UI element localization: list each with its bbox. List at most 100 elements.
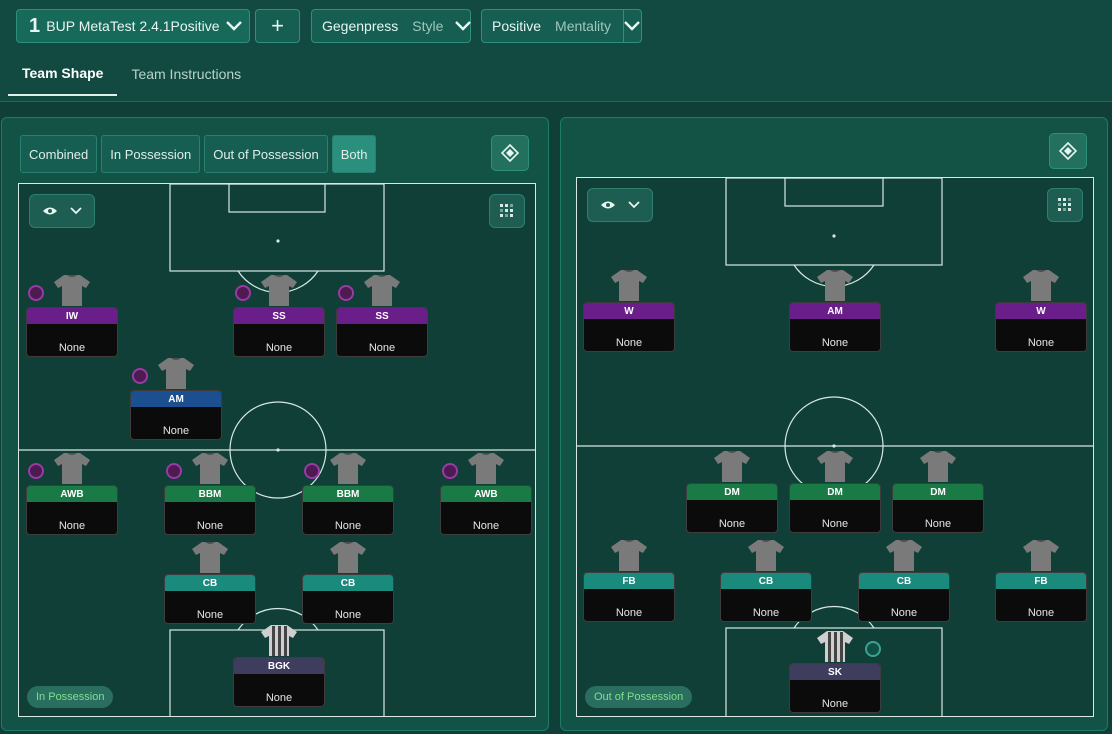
player-name: None <box>162 425 190 437</box>
in-possession-panel: Combined In Possession Out of Possession… <box>1 117 549 731</box>
shirt-icon <box>364 275 400 306</box>
player-card: W None <box>995 302 1087 352</box>
eye-icon <box>43 207 57 215</box>
segment-both[interactable]: Both <box>331 135 377 173</box>
player-slot-awb[interactable]: AWB None <box>440 453 532 535</box>
role-label: CB <box>165 575 255 591</box>
shirt-icon <box>817 270 853 301</box>
role-badge <box>338 285 354 301</box>
player-card: BBM None <box>164 485 256 535</box>
player-card: CB None <box>858 572 950 622</box>
role-label: W <box>996 303 1086 319</box>
player-slot-dm[interactable]: DM None <box>686 451 778 533</box>
chevron-down-icon <box>70 207 82 215</box>
shirt-icon <box>192 542 228 573</box>
player-name: None <box>821 698 849 710</box>
view-options-button[interactable] <box>29 194 95 228</box>
shirt-icon <box>54 275 90 306</box>
view-mode-segmented-control: Combined In Possession Out of Possession… <box>20 135 377 173</box>
role-label: BGK <box>234 658 324 674</box>
player-name: None <box>368 342 396 354</box>
grid-toggle-button[interactable] <box>489 194 525 228</box>
player-name: None <box>821 518 849 530</box>
player-slot-fb[interactable]: FB None <box>583 540 675 622</box>
segment-combined[interactable]: Combined <box>20 135 98 173</box>
role-badge <box>442 463 458 479</box>
player-slot-ss[interactable]: SS None <box>233 275 325 357</box>
player-slot-awb[interactable]: AWB None <box>26 453 118 535</box>
player-slot-am[interactable]: AM None <box>789 270 881 352</box>
tab-team-shape[interactable]: Team Shape <box>8 52 118 96</box>
player-slot-sk[interactable]: SK None <box>789 631 881 713</box>
player-card: SS None <box>336 307 428 357</box>
player-slot-bbm[interactable]: BBM None <box>164 453 256 535</box>
player-slot-dm[interactable]: DM None <box>892 451 984 533</box>
player-name: None <box>821 337 849 349</box>
tactics-board-icon <box>501 144 519 162</box>
player-slot-am[interactable]: AM None <box>130 358 222 440</box>
role-badge <box>235 285 251 301</box>
player-name: None <box>265 692 293 704</box>
player-slot-cb[interactable]: CB None <box>720 540 812 622</box>
player-slot-w[interactable]: W None <box>583 270 675 352</box>
player-name: None <box>334 520 362 532</box>
phase-badge: Out of Possession <box>585 686 693 708</box>
player-name: None <box>472 520 500 532</box>
pitch: W None AM None W None DM None DM None DM None … <box>576 177 1094 717</box>
role-label: DM <box>790 484 880 500</box>
role-badge <box>166 463 182 479</box>
tactics-board-icon <box>1059 142 1077 160</box>
player-name: None <box>58 520 86 532</box>
role-label: DM <box>687 484 777 500</box>
shirt-icon <box>330 542 366 573</box>
player-slot-w[interactable]: W None <box>995 270 1087 352</box>
player-slot-cb[interactable]: CB None <box>858 540 950 622</box>
role-label: AM <box>790 303 880 319</box>
eye-icon <box>601 201 615 209</box>
role-badge <box>865 641 881 657</box>
tab-bar: Team Shape Team Instructions <box>8 52 255 98</box>
player-card: FB None <box>995 572 1087 622</box>
shirt-icon <box>886 540 922 571</box>
chevron-down-icon <box>455 10 472 42</box>
role-label: SK <box>790 664 880 680</box>
player-name: None <box>718 518 746 530</box>
tactics-board-button[interactable] <box>1049 133 1087 169</box>
mentality-select[interactable]: Positive Mentality <box>481 9 642 43</box>
player-name: None <box>1027 607 1055 619</box>
view-options-button[interactable] <box>587 188 653 222</box>
chevron-down-icon <box>628 201 640 209</box>
player-slot-cb[interactable]: CB None <box>302 542 394 624</box>
segment-in-possession[interactable]: In Possession <box>101 135 201 173</box>
add-tactic-button[interactable]: + <box>255 9 300 43</box>
shirt-icon <box>468 453 504 484</box>
shirt-icon <box>817 451 853 482</box>
tab-team-instructions[interactable]: Team Instructions <box>117 52 255 96</box>
role-label: FB <box>996 573 1086 589</box>
role-label: SS <box>234 308 324 324</box>
player-slot-ss[interactable]: SS None <box>336 275 428 357</box>
tactics-board-button[interactable] <box>491 135 529 171</box>
player-slot-cb[interactable]: CB None <box>164 542 256 624</box>
player-slot-fb[interactable]: FB None <box>995 540 1087 622</box>
player-card: AWB None <box>440 485 532 535</box>
player-card: SS None <box>233 307 325 357</box>
player-card: CB None <box>720 572 812 622</box>
player-name: None <box>196 609 224 621</box>
role-label: FB <box>584 573 674 589</box>
role-label: CB <box>303 575 393 591</box>
role-badge <box>28 285 44 301</box>
player-slot-bbm[interactable]: BBM None <box>302 453 394 535</box>
grid-toggle-button[interactable] <box>1047 188 1083 222</box>
out-of-possession-panel: W None AM None W None DM None DM None DM None … <box>560 117 1108 731</box>
segment-out-of-possession[interactable]: Out of Possession <box>204 135 328 173</box>
player-name: None <box>1027 337 1055 349</box>
role-badge <box>132 368 148 384</box>
style-value: Gegenpress <box>322 18 399 34</box>
player-slot-dm[interactable]: DM None <box>789 451 881 533</box>
player-slot-iw[interactable]: IW None <box>26 275 118 357</box>
player-slot-bgk[interactable]: BGK None <box>233 625 325 707</box>
style-select[interactable]: Gegenpress Style <box>311 9 472 43</box>
shirt-icon <box>611 270 647 301</box>
tactic-select[interactable]: 1 BUP MetaTest 2.4.1Positive <box>16 9 250 43</box>
